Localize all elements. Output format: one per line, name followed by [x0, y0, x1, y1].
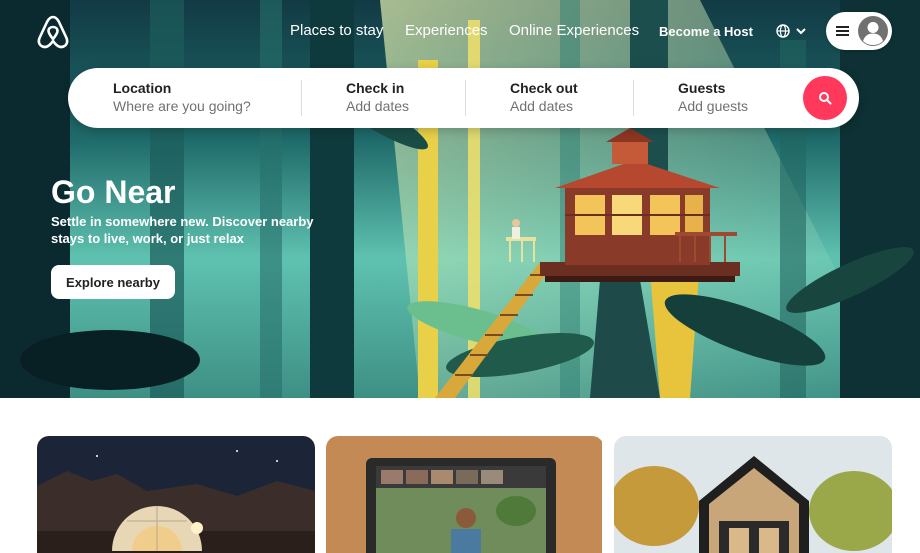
- check-out-field[interactable]: Check out Add dates: [510, 80, 578, 116]
- user-avatar-icon: [858, 16, 888, 46]
- guests-field[interactable]: Guests Add guests: [678, 80, 748, 116]
- check-in-field[interactable]: Check in Add dates: [346, 80, 409, 116]
- hero-subtitle: Settle in somewhere new. Discover nearby…: [51, 214, 314, 246]
- nav-experiences[interactable]: Experiences: [405, 22, 488, 40]
- nav-places-to-stay[interactable]: Places to stay: [290, 22, 383, 40]
- top-navigation: Places to stay Experiences Online Experi…: [0, 0, 920, 62]
- check-in-placeholder: Add dates: [346, 98, 410, 114]
- hero-banner: Places to stay Experiences Online Experi…: [0, 0, 920, 398]
- globe-icon: [776, 24, 790, 38]
- chevron-down-icon: [796, 28, 806, 35]
- check-out-label: Check out: [510, 80, 578, 96]
- divider: [301, 80, 302, 116]
- inspiration-card-dome[interactable]: [37, 436, 315, 553]
- location-field[interactable]: Location Where are you going?: [113, 80, 251, 116]
- inspiration-card-online[interactable]: [326, 436, 604, 553]
- guests-label: Guests: [678, 80, 726, 96]
- nav-online-experiences[interactable]: Online Experiences: [509, 22, 639, 40]
- language-selector[interactable]: [776, 22, 814, 40]
- become-host-link[interactable]: Become a Host: [659, 23, 753, 41]
- location-placeholder: Where are you going?: [113, 98, 251, 114]
- explore-nearby-button[interactable]: Explore nearby: [51, 265, 175, 299]
- card-image: [37, 436, 315, 553]
- check-out-placeholder: Add dates: [510, 98, 574, 114]
- user-menu-button[interactable]: [826, 12, 892, 50]
- card-image: [326, 436, 602, 553]
- divider: [633, 80, 634, 116]
- check-in-label: Check in: [346, 80, 405, 96]
- search-icon: [819, 92, 832, 105]
- inspiration-card-cabin[interactable]: [614, 436, 892, 553]
- search-bar: Location Where are you going? Check in A…: [68, 68, 859, 128]
- guests-placeholder: Add guests: [678, 98, 749, 114]
- card-image: [614, 436, 892, 553]
- divider: [465, 80, 466, 116]
- location-label: Location: [113, 80, 172, 96]
- menu-icon: [836, 26, 849, 36]
- hero-title: Go Near: [51, 174, 176, 210]
- search-button[interactable]: [803, 76, 847, 120]
